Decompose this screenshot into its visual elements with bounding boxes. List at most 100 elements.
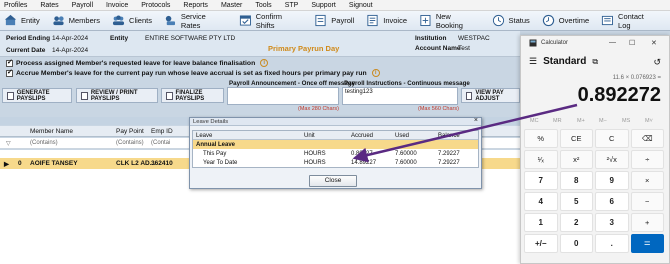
menu-rates[interactable]: Rates	[40, 2, 58, 9]
service-rates-icon	[165, 15, 175, 26]
menu-invoice[interactable]: Invoice	[106, 2, 128, 9]
menu-payroll[interactable]: Payroll	[72, 2, 93, 9]
toolbar-clients-button[interactable]: Clients	[112, 14, 152, 27]
divide-button[interactable]: ÷	[630, 150, 664, 169]
toolbar-confirm-shifts-button[interactable]: Confirm Shifts	[239, 12, 302, 30]
menu-icon[interactable]: ☰	[529, 56, 537, 67]
close-icon[interactable]: ×	[474, 117, 478, 124]
column-member-name[interactable]: Member Name	[30, 128, 73, 135]
digit-6-button[interactable]: 6	[595, 192, 629, 211]
leave-table: Leave Unit Accrued Used Balance Annual L…	[192, 130, 479, 168]
menu-reports[interactable]: Reports	[183, 2, 208, 9]
menu-master[interactable]: Master	[221, 2, 242, 9]
process-leave-checkbox[interactable]	[6, 58, 13, 67]
info-icon[interactable]: i	[371, 69, 380, 77]
filter-icon[interactable]: ▽	[6, 140, 11, 147]
entity-label: Entity	[110, 35, 129, 42]
square-button[interactable]: x²	[559, 150, 593, 169]
toolbar-new-booking-button[interactable]: New Booking	[419, 12, 480, 30]
toolbar-overtime-button[interactable]: Overtime	[542, 14, 589, 27]
subtract-button[interactable]: −	[630, 192, 664, 211]
digit-0-button[interactable]: 0	[559, 234, 593, 253]
calculator-titlebar: Calculator — ☐ ✕	[521, 36, 669, 50]
announcement-max: (Max 280 Chars)	[298, 106, 339, 112]
column-pay-point[interactable]: Pay Point	[116, 128, 144, 135]
overtime-icon	[542, 14, 554, 27]
review-print-payslips-button[interactable]: REVIEW / PRINT PAYSLIPS	[76, 88, 158, 103]
percent-button[interactable]: %	[524, 129, 558, 148]
instructions-textarea[interactable]: testing123	[342, 87, 458, 105]
clear-button[interactable]: C	[595, 129, 629, 148]
add-button[interactable]: +	[630, 213, 664, 232]
toolbar-service-rates-button[interactable]: Service Rates	[164, 12, 227, 30]
menu-protocols[interactable]: Protocols	[141, 2, 170, 9]
decimal-button[interactable]: .	[595, 234, 629, 253]
multiply-button[interactable]: ×	[630, 171, 664, 190]
memory-recall-button[interactable]: MR	[553, 118, 562, 124]
finalize-payslips-button[interactable]: FINALIZE PAYSLIPS	[161, 88, 224, 103]
col-used: Used	[395, 132, 410, 139]
confirm-shifts-icon	[239, 15, 251, 26]
clear-entry-button[interactable]: CE	[559, 129, 593, 148]
process-leave-label: Process assigned Member's requested leav…	[16, 59, 256, 67]
reciprocal-button[interactable]: ¹⁄ₓ	[524, 150, 558, 169]
generate-payslips-button[interactable]: GENERATE PAYSLIPS	[2, 88, 72, 103]
menu-tools[interactable]: Tools	[255, 2, 271, 9]
view-pay-adjust-button[interactable]: VIEW PAY ADJUST	[461, 88, 520, 103]
filter-pay-point[interactable]: (Contains)	[116, 140, 144, 146]
close-button[interactable]: Close	[309, 175, 357, 187]
period-ending-value: 14-Apr-2024	[52, 35, 89, 42]
filter-emp-id[interactable]: (Contai	[151, 140, 170, 146]
digit-8-button[interactable]: 8	[559, 171, 593, 190]
row-number: 0	[18, 160, 22, 167]
memory-store-button[interactable]: MS	[622, 118, 630, 124]
period-ending-label: Period Ending	[6, 35, 51, 42]
negate-button[interactable]: +/−	[524, 234, 558, 253]
dialog-title: Leave Details	[190, 118, 481, 126]
payrun-day-label: Primary Payrun Day	[268, 44, 340, 53]
toolbar-status-button[interactable]: Status	[492, 14, 530, 27]
filter-member-name[interactable]: (Contains)	[30, 140, 58, 146]
close-icon[interactable]: ✕	[651, 39, 657, 47]
square-root-button[interactable]: ²√x	[595, 150, 629, 169]
clients-icon	[112, 15, 125, 26]
memory-add-button[interactable]: M+	[577, 118, 585, 124]
memory-list-button[interactable]: M˅	[645, 118, 653, 124]
toolbar-members-button[interactable]: Members	[52, 14, 100, 27]
memory-subtract-button[interactable]: M−	[599, 118, 607, 124]
toolbar-contact-log-button[interactable]: Contact Log	[601, 12, 658, 30]
toolbar-entity-button[interactable]: Entity	[4, 14, 40, 27]
toolbar-payroll-button[interactable]: Payroll	[314, 14, 354, 27]
announcement-textarea[interactable]	[227, 87, 339, 105]
memory-clear-button[interactable]: MC	[530, 118, 539, 124]
menu-profiles[interactable]: Profiles	[4, 2, 27, 9]
info-icon[interactable]: i	[260, 59, 269, 67]
column-emp-id[interactable]: Emp ID	[151, 128, 173, 135]
menu-signout[interactable]: Signout	[349, 2, 373, 9]
digit-1-button[interactable]: 1	[524, 213, 558, 232]
menu-support[interactable]: Support	[311, 2, 336, 9]
leave-row-this-pay[interactable]: This Pay HOURS 0.89227 7.60000 7.29227	[193, 149, 478, 158]
finalize-icon	[166, 91, 173, 100]
accrue-leave-label: Accrue Member's leave for the current pa…	[16, 69, 367, 77]
accrue-leave-checkbox[interactable]	[6, 68, 13, 77]
history-icon[interactable]: ↺	[653, 57, 661, 68]
leave-group-row[interactable]: Annual Leave	[193, 140, 478, 149]
digit-7-button[interactable]: 7	[524, 171, 558, 190]
digit-4-button[interactable]: 4	[524, 192, 558, 211]
maximize-icon[interactable]: ☐	[629, 39, 635, 47]
keep-on-top-icon[interactable]: ⧉	[592, 57, 598, 67]
digit-9-button[interactable]: 9	[595, 171, 629, 190]
menu-stp[interactable]: STP	[285, 2, 299, 9]
leave-row-year-to-date[interactable]: Year To Date HOURS 14.89227 7.60000 7.29…	[193, 158, 478, 167]
contact-log-icon	[602, 15, 614, 26]
toolbar-invoice-button[interactable]: Invoice	[366, 14, 407, 27]
digit-5-button[interactable]: 5	[559, 192, 593, 211]
equals-button[interactable]: =	[630, 234, 664, 253]
minimize-icon[interactable]: —	[609, 39, 616, 46]
digit-3-button[interactable]: 3	[595, 213, 629, 232]
digit-2-button[interactable]: 2	[559, 213, 593, 232]
col-unit: Unit	[304, 132, 315, 139]
new-booking-icon	[420, 14, 431, 27]
backspace-button[interactable]: ⌫	[630, 129, 664, 148]
